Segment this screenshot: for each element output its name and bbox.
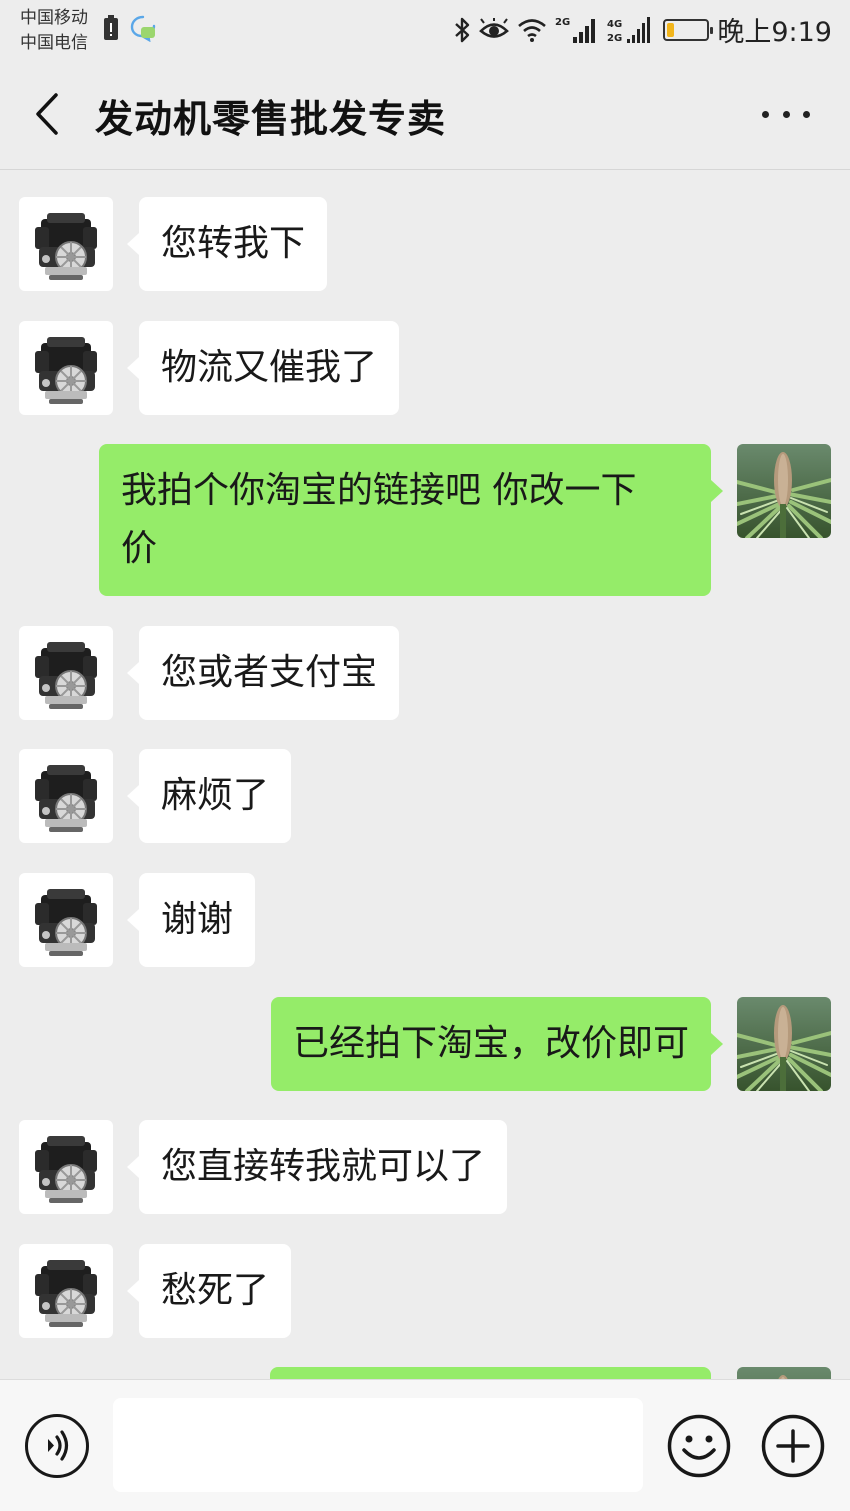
carrier-label: 中国移动	[20, 8, 88, 28]
message-text: 麻烦了	[161, 775, 270, 816]
message-bubble[interactable]: 谢谢	[126, 873, 256, 967]
message-text: 您转我下	[161, 223, 306, 264]
eye-comfort-icon	[479, 17, 510, 38]
engine-avatar[interactable]	[19, 1244, 113, 1338]
network-type-label: 2G	[607, 33, 622, 44]
message-bubble[interactable]: 您直接转我就可以了	[126, 1120, 508, 1214]
network-type-label: 4G	[607, 19, 622, 30]
more-functions-button[interactable]	[761, 1414, 825, 1478]
chat-bubble-icon	[130, 15, 156, 42]
more-dot-icon	[762, 110, 769, 118]
plant-avatar[interactable]	[737, 1367, 831, 1379]
battery-level	[667, 22, 674, 37]
carrier-label: 中国电信	[20, 33, 88, 53]
more-dot-icon	[803, 110, 810, 118]
message-list[interactable]: 您转我下 物流又催我了 我拍个你淘宝的链接吧 你改一下 价 您或者支付宝 麻烦了…	[0, 171, 850, 1379]
plus-icon	[761, 1414, 825, 1478]
message-bubble[interactable]: 已经拍下淘宝，改价即可	[270, 997, 724, 1091]
more-dot-icon	[782, 110, 790, 118]
message-bubble[interactable]: 愁死了	[126, 1244, 292, 1338]
message-row: 您直接转我就可以了	[0, 1120, 850, 1214]
bluetooth-icon	[455, 17, 470, 42]
message-text: 愁死了	[161, 1270, 270, 1311]
chevron-left-icon	[36, 93, 58, 135]
message-text: 已经拍下淘宝，改价即可	[292, 1023, 689, 1064]
message-text: 谢谢	[161, 899, 234, 940]
engine-avatar[interactable]	[19, 321, 113, 415]
message-row: 愁死了	[0, 1244, 850, 1338]
signal-1-icon: 2G	[555, 17, 596, 43]
message-text-line: 我拍个你淘宝的链接吧 你改一下	[121, 470, 637, 511]
voice-icon	[48, 1430, 69, 1461]
battery-icon	[663, 18, 714, 41]
message-row	[0, 1367, 850, 1379]
message-bubble[interactable]	[270, 1367, 711, 1379]
message-bubble[interactable]: 物流又催我了	[126, 321, 400, 415]
input-bar	[0, 1379, 850, 1511]
message-row: 已经拍下淘宝，改价即可	[0, 997, 850, 1091]
engine-avatar[interactable]	[19, 1120, 113, 1214]
message-bubble[interactable]: 您或者支付宝	[126, 626, 400, 720]
engine-avatar[interactable]	[19, 197, 113, 291]
plant-avatar[interactable]	[737, 444, 831, 538]
message-bubble[interactable]: 麻烦了	[126, 749, 292, 843]
plant-avatar[interactable]	[737, 997, 831, 1091]
message-text: 您或者支付宝	[161, 652, 378, 693]
message-bubble[interactable]: 我拍个你淘宝的链接吧 你改一下 价	[99, 444, 723, 596]
back-button[interactable]	[28, 91, 68, 137]
emoji-button[interactable]	[667, 1414, 731, 1478]
chat-header: 发动机零售批发专卖	[0, 58, 850, 170]
message-row: 谢谢	[0, 873, 850, 967]
message-row: 物流又催我了	[0, 321, 850, 415]
message-row: 麻烦了	[0, 749, 850, 843]
message-text: 物流又催我了	[161, 347, 378, 388]
engine-avatar[interactable]	[19, 873, 113, 967]
network-type-label: 2G	[555, 17, 570, 28]
clock: 晚上9:19	[717, 17, 832, 48]
chat-title: 发动机零售批发专卖	[95, 97, 447, 141]
alert-sim-icon	[104, 15, 118, 40]
message-row: 您转我下	[0, 197, 850, 291]
message-text-line: 价	[121, 528, 158, 569]
more-options-button[interactable]	[762, 96, 810, 132]
engine-avatar[interactable]	[19, 626, 113, 720]
carrier-info: 中国移动 中国电信	[20, 6, 88, 56]
message-row: 我拍个你淘宝的链接吧 你改一下 价	[0, 444, 850, 597]
message-bubble[interactable]: 您转我下	[126, 197, 328, 291]
notification-icons	[103, 14, 157, 42]
status-bar: 中国移动 中国电信 2G 4G 2G 晚上9:19	[0, 0, 850, 58]
emoji-icon	[667, 1414, 731, 1478]
status-right: 2G 4G 2G 晚上9:19	[453, 10, 832, 49]
message-input[interactable]	[113, 1398, 643, 1492]
message-text: 您直接转我就可以了	[161, 1146, 486, 1187]
wifi-icon	[518, 18, 547, 42]
message-row: 您或者支付宝	[0, 626, 850, 720]
voice-button[interactable]	[25, 1414, 89, 1478]
signal-2-icon: 4G 2G	[607, 16, 651, 44]
engine-avatar[interactable]	[19, 749, 113, 843]
